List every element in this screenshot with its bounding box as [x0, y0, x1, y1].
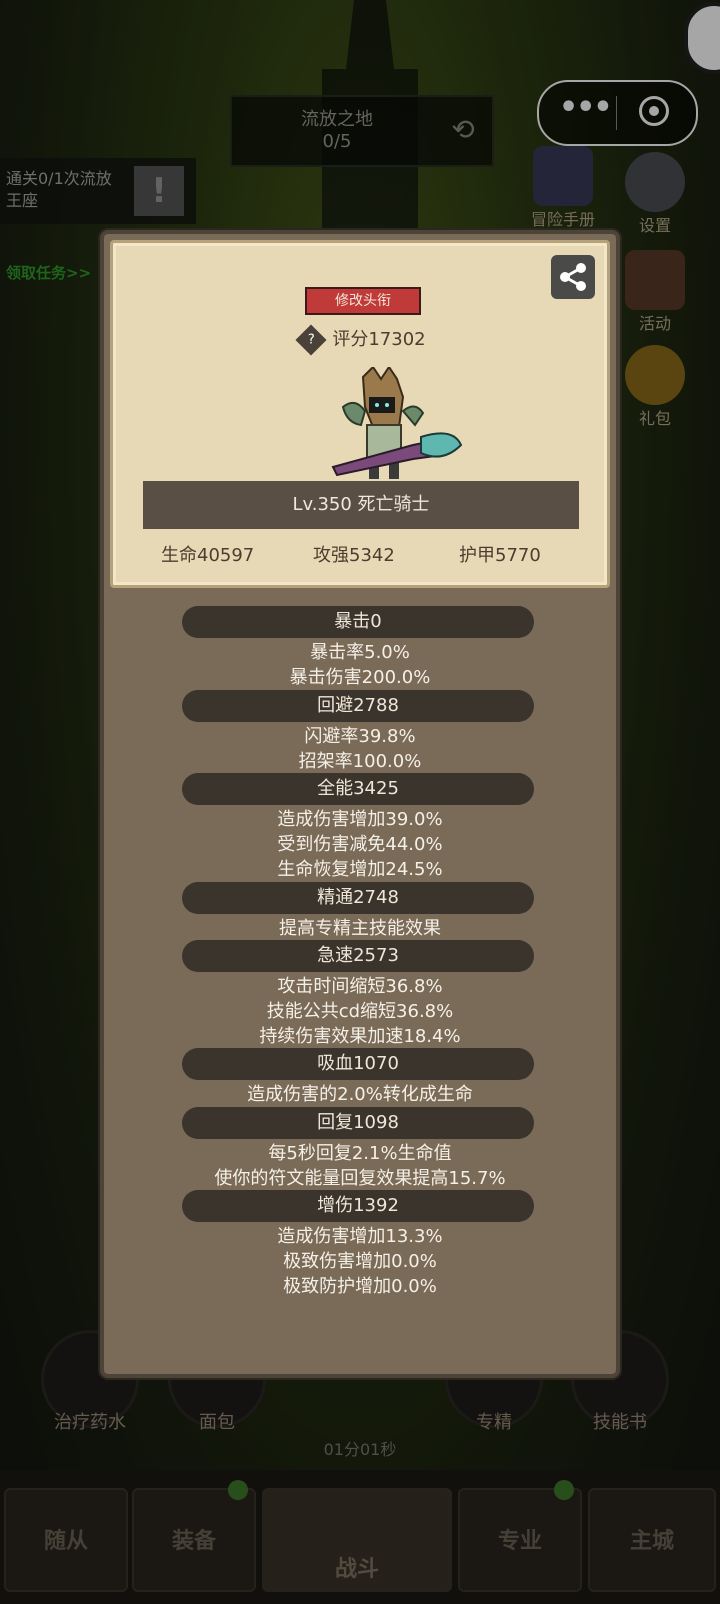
attr-line: 攻击时间缩短36.8% — [277, 976, 443, 997]
attr-line: 使你的符文能量回复效果提高15.7% — [214, 1168, 506, 1189]
character-avatar — [331, 367, 463, 479]
attr-line: 极致伤害增加0.0% — [283, 1251, 437, 1272]
attr-header-damage-boost: 增伤1392 — [182, 1190, 534, 1222]
attr-line: 生命恢复增加24.5% — [277, 859, 443, 880]
attr-line: 受到伤害减免44.0% — [277, 834, 443, 855]
attr-header-dodge: 回避2788 — [182, 690, 534, 722]
attr-header-mastery: 精通2748 — [182, 882, 534, 914]
attr-header-regen: 回复1098 — [182, 1107, 534, 1139]
attr-line: 持续伤害效果加速18.4% — [259, 1026, 461, 1047]
attr-line: 暴击伤害200.0% — [289, 667, 431, 688]
attr-line: 提高专精主技能效果 — [279, 918, 441, 939]
attr-line: 招架率100.0% — [298, 751, 422, 772]
attr-header-versatility: 全能3425 — [182, 773, 534, 805]
score-value: 评分17302 — [332, 329, 426, 350]
character-name-banner: Lv.350 死亡骑士 — [143, 481, 579, 529]
attr-line: 极致防护增加0.0% — [283, 1276, 437, 1297]
attr-line: 每5秒回复2.1%生命值 — [268, 1143, 452, 1164]
attr-line: 造成伤害增加39.0% — [277, 809, 443, 830]
armor-stat: 护甲5770 — [459, 545, 541, 566]
character-card: 修改头衔 ? 评分17302 Lv.350 死亡骑士 生命40597 攻强5342… — [110, 240, 610, 588]
attack-stat: 攻强5342 — [313, 545, 395, 566]
attr-header-lifesteal: 吸血1070 — [182, 1048, 534, 1080]
share-button[interactable] — [551, 255, 595, 299]
score-row: ? 评分17302 — [113, 324, 613, 356]
character-stats-modal: 修改头衔 ? 评分17302 Lv.350 死亡骑士 生命40597 攻强5342… — [100, 230, 620, 1378]
attr-line: 造成伤害的2.0%转化成生命 — [247, 1084, 473, 1105]
attr-line: 暴击率5.0% — [310, 642, 410, 663]
attr-line: 闪避率39.8% — [304, 726, 416, 747]
share-icon — [560, 263, 586, 291]
attr-header-haste: 急速2573 — [182, 940, 534, 972]
rename-title-button[interactable]: 修改头衔 — [305, 287, 421, 315]
attr-header-crit: 暴击0 — [182, 606, 534, 638]
hp-stat: 生命40597 — [161, 545, 255, 566]
attr-line: 造成伤害增加13.3% — [277, 1226, 443, 1247]
attr-line: 技能公共cd缩短36.8% — [266, 1001, 454, 1022]
help-icon[interactable]: ? — [295, 324, 327, 356]
